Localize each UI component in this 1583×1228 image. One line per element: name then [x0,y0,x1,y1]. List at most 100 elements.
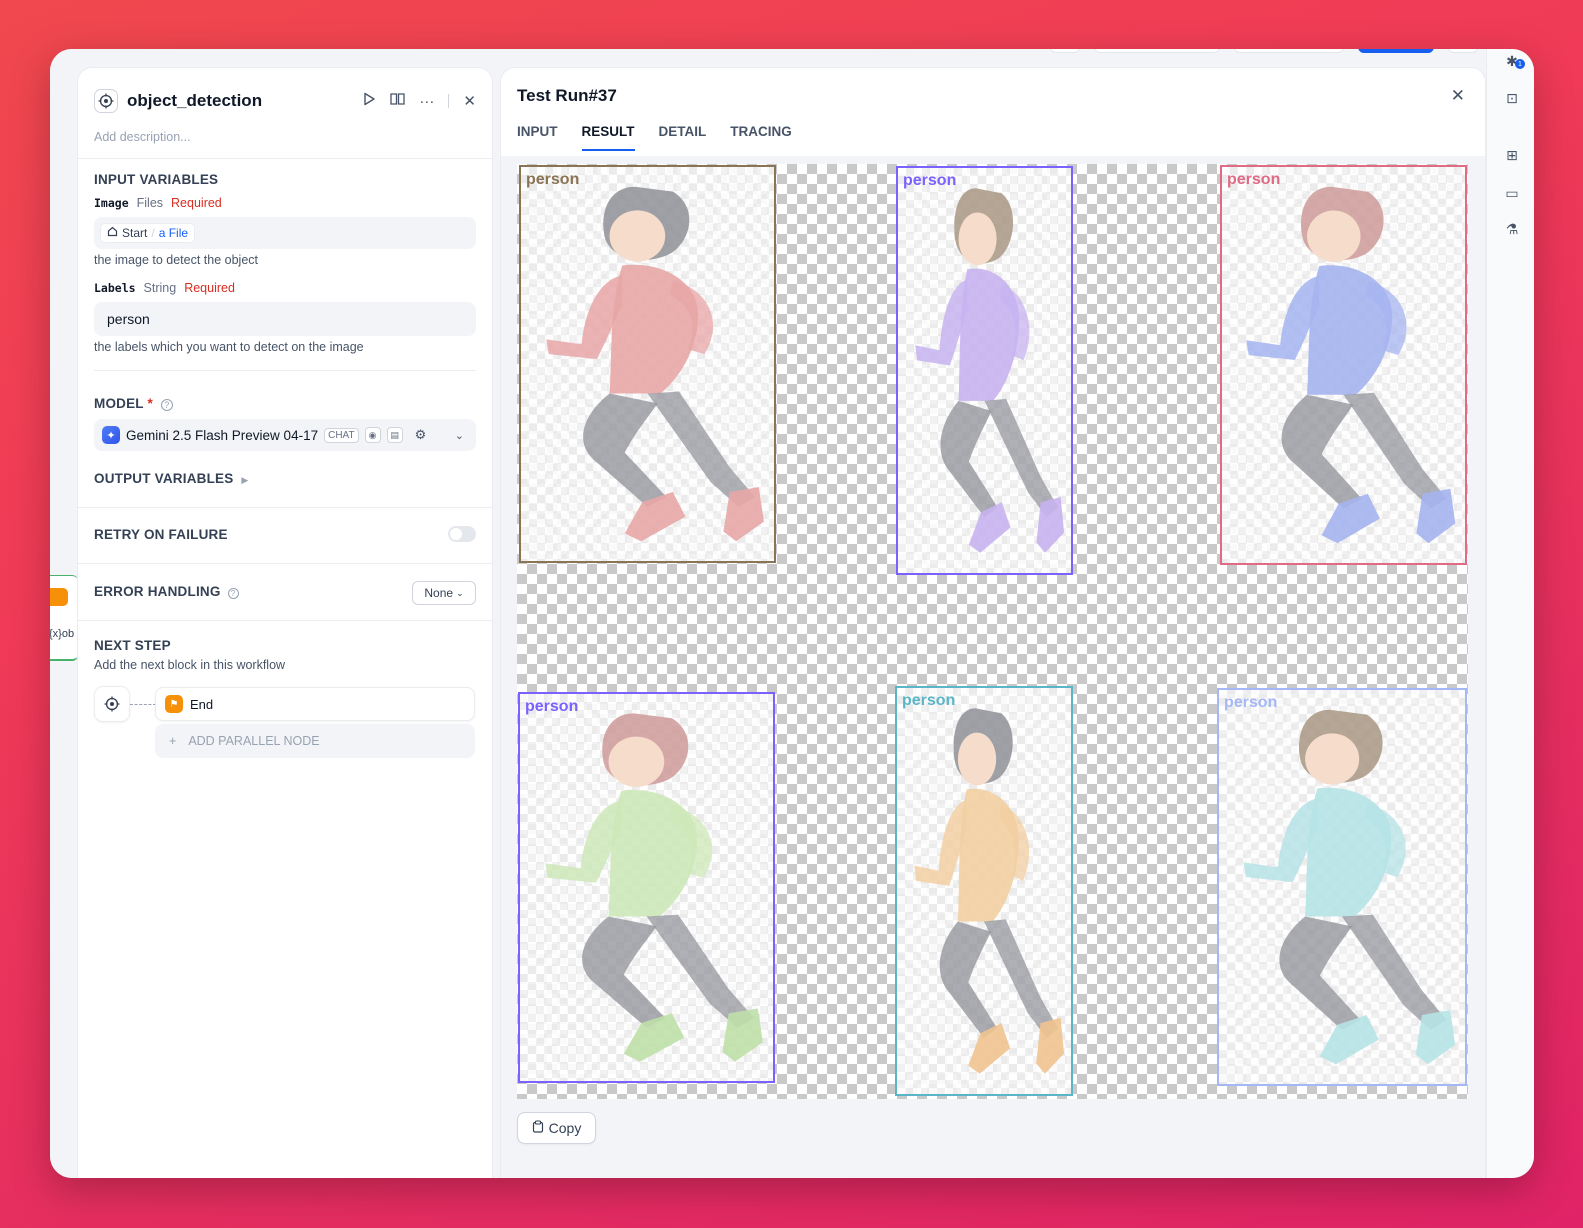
description-input[interactable]: Add description... [94,130,191,144]
detection-box: person [895,686,1073,1096]
tab-detail[interactable]: DETAIL [659,124,707,151]
runner-figure [545,713,763,1062]
divider [78,507,492,508]
app-window: {x}ob object_detection ··· ✕ Add descrip… [50,49,1534,1178]
gemini-icon: ✦ [102,426,120,444]
tab-tracing[interactable]: TRACING [730,124,792,151]
tab-input[interactable]: INPUT [517,124,558,151]
node-config-panel: object_detection ··· ✕ Add description..… [78,68,492,1178]
detection-label: person [1224,694,1278,711]
detection-box: person [518,692,775,1083]
detection-label: person [903,172,957,189]
variables-icon[interactable]: ⊡ [1503,89,1521,107]
next-step-title: NEXT STEP [94,638,171,653]
model-mode-tag: CHAT [324,427,359,443]
variable-reference-chip[interactable]: Start / a File [100,223,196,243]
image-var-type: Files [136,196,164,210]
labels-var-name: Labels [94,281,136,295]
test-run-title: Test Run#37 [517,86,617,105]
model-params-icon[interactable]: ⚙ [415,427,427,443]
plus-icon: + [169,734,177,748]
labels-var-header: Labels String Required [94,281,235,295]
help-icon[interactable]: ? [160,399,173,411]
model-title: MODEL * ? [94,396,173,411]
clipboard-icon [532,1120,544,1136]
retry-title: RETRY ON FAILURE [94,527,228,542]
docs-icon[interactable] [390,92,406,110]
output-variables-title: OUTPUT VARIABLES [94,471,234,486]
divider [78,563,492,564]
runner-figure [914,708,1065,1074]
detection-result-image[interactable]: person person person person person perso… [517,164,1468,1099]
path-separator: / [151,226,155,240]
add-parallel-node-button[interactable]: + ADD PARALLEL NODE [155,724,475,758]
source-node-name: Start [122,226,148,240]
canvas-node-partial[interactable]: {x}ob [50,575,78,661]
panel-actions: ··· ✕ [363,92,476,110]
labels-var-required: Required [184,281,235,295]
add-parallel-node-label: ADD PARALLEL NODE [188,734,320,748]
help-icon[interactable]: ? [227,588,239,599]
detection-label: person [902,692,956,709]
image-var-header: Image Files Required [94,196,222,210]
retry-toggle[interactable] [448,526,476,542]
model-title-text: MODEL [94,396,144,411]
caret-right-icon: ▶ [241,475,249,485]
notification-badge: 1 [1515,59,1525,69]
right-toolbar: ✱ 1 ⊡ ⊞ ▭ ⚗ [1486,49,1534,1178]
test-run-panel: Test Run#37 ✕ INPUT RESULT DETAIL TRACIN… [501,68,1485,1178]
document-icon: ▤ [386,427,403,443]
run-icon[interactable] [363,92,376,110]
runner-figure [1246,186,1456,544]
flask-icon[interactable]: ⚗ [1503,220,1521,238]
image-var-selector[interactable]: Start / a File [94,217,476,249]
close-icon[interactable]: ✕ [1451,86,1465,106]
error-handling-value: None [424,586,454,600]
error-handling-title-text: ERROR HANDLING [94,584,221,599]
result-content: person person person person person perso… [501,156,1485,1178]
current-node-icon [94,686,130,722]
next-node-end[interactable]: ⚑ End [155,687,475,721]
detection-label: person [1227,171,1281,188]
vision-icon: ◉ [364,427,381,443]
image-var-name: Image [94,196,129,210]
error-handling-select[interactable]: None ⌄ [412,581,476,605]
actions-divider [448,94,450,108]
source-var-name: a File [158,226,189,240]
apps-grid-icon[interactable]: ⊞ [1503,146,1521,164]
close-icon[interactable]: ✕ [463,92,476,110]
more-icon[interactable]: ··· [419,93,434,110]
input-variables-title: INPUT VARIABLES [94,172,219,187]
divider [78,158,492,159]
output-variables-toggle[interactable]: OUTPUT VARIABLES ▶ [94,471,249,486]
error-handling-title: ERROR HANDLING ? [94,584,239,599]
model-name: Gemini 2.5 Flash Preview 04-17 [126,427,319,443]
runner-figure [546,186,764,542]
image-var-required: Required [171,196,222,210]
tab-result[interactable]: RESULT [581,124,635,151]
node-connector [130,704,156,705]
top-toolbar-strip [1050,49,1478,53]
image-var-hint: the image to detect the object [94,253,258,267]
node-title[interactable]: object_detection [127,91,262,111]
runner-figure [1243,709,1456,1065]
labels-var-hint: the labels which you want to detect on t… [94,340,364,354]
preview-icon[interactable]: ▭ [1503,184,1521,202]
end-icon: ⚑ [165,695,183,713]
canvas-node-label: {x}ob [50,628,75,640]
end-node-label: End [190,696,214,712]
model-selector[interactable]: ✦ Gemini 2.5 Flash Preview 04-17 CHAT ◉ … [94,419,476,451]
chevron-down-icon[interactable]: ⌄ [455,429,464,442]
detection-box: person [896,166,1073,575]
chevron-down-icon: ⌄ [456,587,464,598]
detection-box: person [519,165,776,563]
detection-box: person [1217,688,1467,1086]
labels-input[interactable]: person [94,302,476,336]
test-run-tabs: INPUT RESULT DETAIL TRACING [517,124,792,151]
next-step-hint: Add the next block in this workflow [94,658,286,672]
copy-button[interactable]: Copy [517,1112,596,1144]
panel-header: object_detection ··· ✕ [94,86,476,116]
detection-label: person [525,698,579,715]
detection-box: person [1220,165,1467,565]
object-detection-icon [94,89,118,113]
